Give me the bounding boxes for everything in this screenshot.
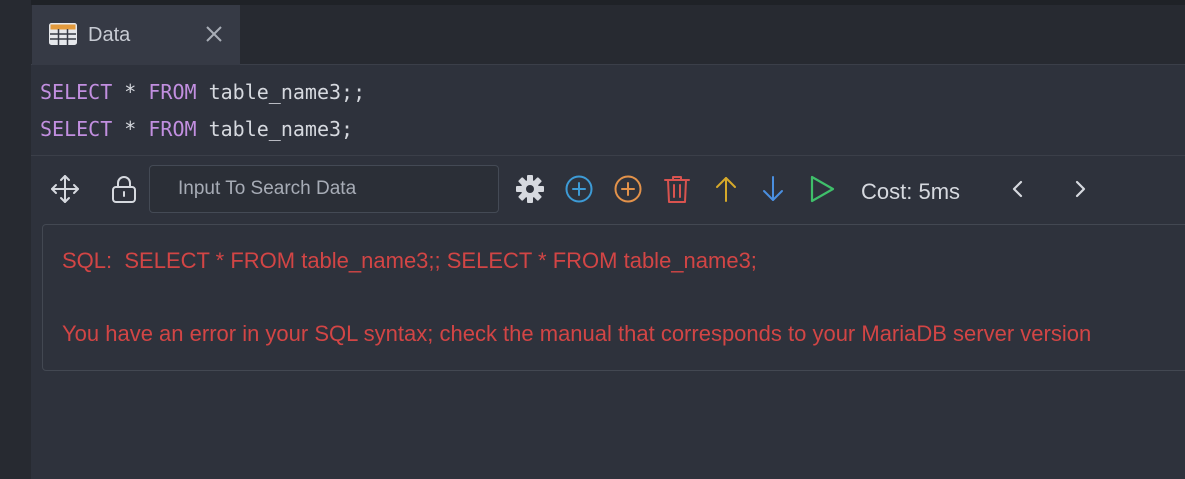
error-sql-line: SQL: SELECT * FROM table_name3;; SELECT … [62,248,757,273]
code-line: SELECT * FROM table_name3; [40,117,353,141]
gear-icon[interactable] [515,174,545,204]
table-icon [49,23,77,45]
play-icon[interactable] [807,174,837,204]
cost-label: Cost: 5ms [861,179,961,204]
sql-keyword: FROM [148,117,197,141]
chevron-left-icon[interactable] [1003,174,1033,204]
left-sidebar-strip [0,0,31,479]
sql-text: * [112,80,149,104]
move-icon[interactable] [50,174,80,204]
tab-data[interactable]: Data [32,5,240,65]
code-line: SELECT * FROM table_name3;; [40,80,365,104]
plus-circle-icon[interactable] [564,174,594,204]
close-icon[interactable] [203,23,225,45]
arrow-up-icon[interactable] [711,174,741,204]
sql-keyword: SELECT [40,117,113,141]
trash-icon[interactable] [662,174,692,204]
data-toolbar: Cost: 5ms [31,157,1185,223]
error-message: You have an error in your SQL syntax; ch… [62,321,1092,346]
sql-text: table_name3;; [196,80,366,104]
sql-keyword: SELECT [40,80,113,104]
sql-text: * [112,117,149,141]
tab-label: Data [88,24,131,46]
arrow-down-icon[interactable] [758,174,788,204]
tab-bar: Data [31,5,1185,65]
sql-editor[interactable]: SELECT * FROM table_name3;; SELECT * FRO… [31,66,1185,156]
chevron-right-icon[interactable] [1065,174,1095,204]
search-input[interactable] [149,165,499,213]
error-result-panel: SQL: SELECT * FROM table_name3;; SELECT … [42,224,1185,371]
plus-circle-orange-icon[interactable] [613,174,643,204]
app-window: Data SELECT * FROM table_name3;; SELECT … [0,0,1185,479]
sql-keyword: FROM [148,80,197,104]
lock-icon[interactable] [109,174,139,204]
sql-text: table_name3; [196,117,354,141]
